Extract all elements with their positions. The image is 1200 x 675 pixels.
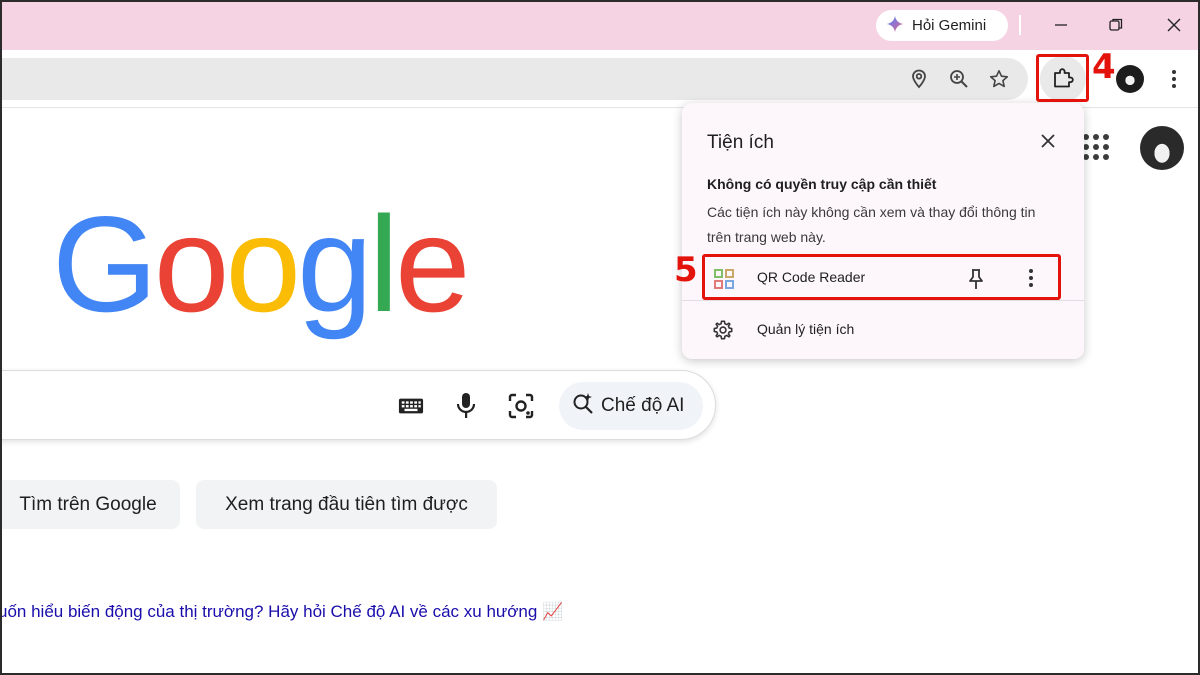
restore-button[interactable] [1099, 8, 1133, 42]
step-4-highlight [1036, 54, 1089, 102]
microphone-icon[interactable] [453, 393, 479, 419]
popup-divider [682, 300, 1084, 301]
im-feeling-lucky-button[interactable]: Xem trang đầu tiên tìm được [196, 480, 497, 529]
manage-extensions-label: Quản lý tiện ích [757, 321, 855, 337]
google-logo: Google [52, 188, 471, 340]
ask-gemini-label: Hỏi Gemini [912, 17, 987, 34]
profile-avatar[interactable] [1116, 65, 1144, 93]
keyboard-icon[interactable] [398, 393, 424, 419]
star-icon[interactable] [988, 68, 1010, 90]
logo-letter: g [297, 188, 373, 340]
extensions-menu-popup: Tiện ích Không có quyền truy cập cần thi… [682, 103, 1084, 359]
minimize-icon [1055, 24, 1067, 26]
ai-search-sparkle-icon [571, 391, 595, 421]
location-pin-icon[interactable] [908, 68, 930, 90]
manage-extensions-item[interactable]: Quản lý tiện ích [712, 319, 1052, 341]
ai-mode-label: Chế độ AI [601, 395, 685, 416]
step-5-number: 5 [674, 250, 698, 290]
close-icon [1041, 134, 1055, 148]
google-apps-icon[interactable] [1083, 134, 1109, 160]
gemini-sparkle-icon [886, 15, 904, 37]
browser-toolbar [0, 50, 1200, 108]
ask-gemini-button[interactable]: Hỏi Gemini [876, 10, 1008, 41]
restore-icon [1109, 18, 1123, 31]
extensions-menu-title: Tiện ích [707, 132, 774, 153]
account-avatar[interactable] [1140, 126, 1184, 170]
logo-letter: e [394, 188, 471, 340]
kebab-menu-icon[interactable] [1171, 70, 1177, 88]
no-access-description: Các tiện ích này không cần xem và thay đ… [707, 204, 1036, 245]
ai-mode-button[interactable]: Chế độ AI [559, 382, 703, 430]
close-popup-button[interactable] [1038, 131, 1058, 151]
gear-icon [712, 319, 734, 346]
search-input[interactable]: Chế độ AI [0, 370, 716, 440]
close-icon [1167, 18, 1181, 32]
close-window-button[interactable] [1157, 8, 1191, 42]
title-bar: Hỏi Gemini [0, 0, 1200, 50]
logo-letter: o [225, 188, 301, 340]
minimize-button[interactable] [1044, 8, 1078, 42]
logo-letter: G [52, 188, 158, 340]
step-4-number: 4 [1092, 47, 1116, 87]
google-search-button[interactable]: Tìm trên Google [0, 480, 180, 529]
step-5-highlight [702, 254, 1061, 300]
logo-letter: o [153, 188, 230, 340]
ai-mode-promo-link[interactable]: uốn hiểu biến động của thị trường? Hãy h… [0, 602, 563, 622]
titlebar-separator [1019, 15, 1021, 35]
no-access-heading: Không có quyền truy cập cần thiết [707, 176, 937, 192]
zoom-icon[interactable] [948, 68, 970, 90]
address-bar[interactable] [0, 58, 1028, 100]
camera-lens-icon[interactable] [508, 393, 534, 419]
logo-letter: l [368, 188, 399, 340]
